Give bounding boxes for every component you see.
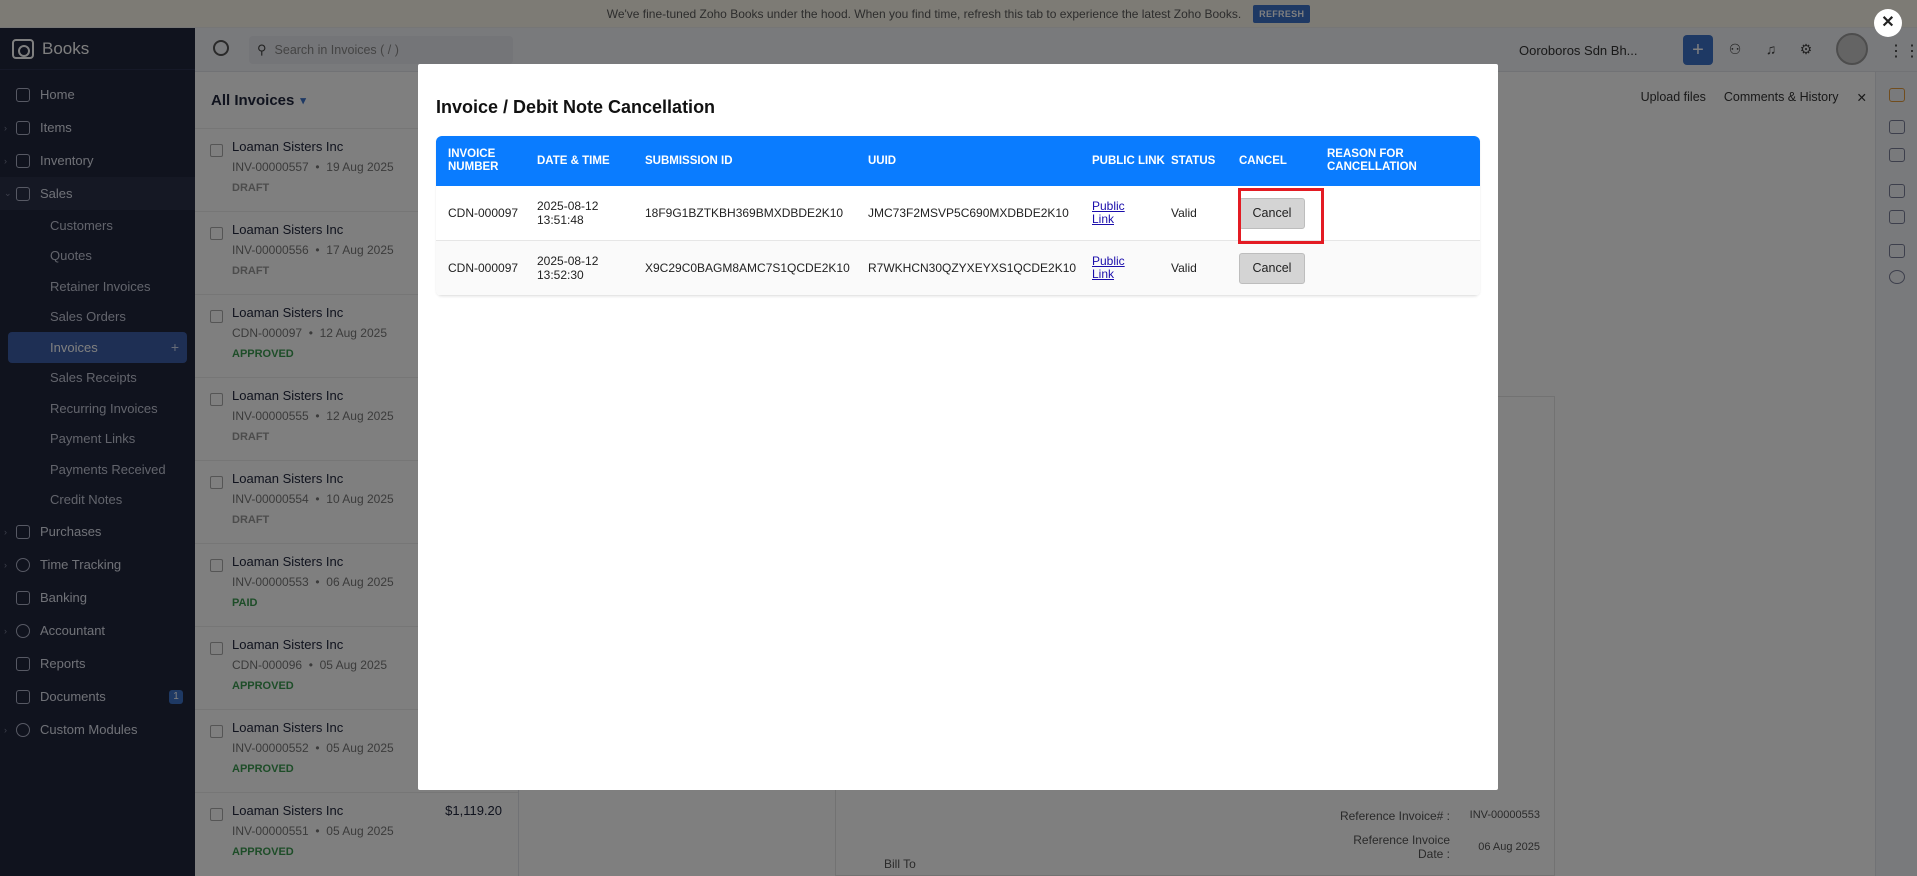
header-cancel: CANCEL xyxy=(1239,154,1287,167)
table-header: INVOICE NUMBER DATE & TIME SUBMISSION ID… xyxy=(436,136,1480,186)
highlight-box xyxy=(1238,188,1324,244)
header-uuid: UUID xyxy=(868,154,897,167)
cell-invoice-number: CDN-000097 xyxy=(448,261,519,275)
header-invoice-number: INVOICE NUMBER xyxy=(448,148,499,173)
cell-status: Valid xyxy=(1171,206,1197,220)
public-link[interactable]: Public Link xyxy=(1092,200,1132,226)
modal-title: Invoice / Debit Note Cancellation xyxy=(436,97,716,117)
cell-datetime: 2025-08-12 13:52:30 xyxy=(537,254,599,282)
public-link[interactable]: Public Link xyxy=(1092,255,1132,281)
header-status: STATUS xyxy=(1171,154,1216,167)
header-submission-id: SUBMISSION ID xyxy=(645,154,733,167)
table-row: CDN-000097 2025-08-12 13:52:30 X9C29C0BA… xyxy=(436,241,1480,296)
header-reason: REASON FOR CANCELLATION xyxy=(1327,148,1417,173)
cell-uuid: JMC73F2MSVP5C690MXDBDE2K10 xyxy=(868,206,1069,220)
cancel-button[interactable]: Cancel xyxy=(1239,252,1305,284)
close-modal-button[interactable]: ✕ xyxy=(1874,9,1902,37)
header-date-time: DATE & TIME xyxy=(537,154,610,167)
cell-uuid: R7WKHCN30QZYXEYXS1QCDE2K10 xyxy=(868,261,1077,275)
cell-status: Valid xyxy=(1171,261,1197,275)
cell-invoice-number: CDN-000097 xyxy=(448,206,519,220)
cell-submission-id: X9C29C0BAGM8AMC7S1QCDE2K10 xyxy=(645,261,850,275)
cancellation-modal: Invoice / Debit Note Cancellation INVOIC… xyxy=(418,64,1498,790)
cell-submission-id: 18F9G1BZTKBH369BMXDBDE2K10 xyxy=(645,206,844,220)
header-public-link: PUBLIC LINK xyxy=(1092,154,1165,167)
cell-datetime: 2025-08-12 13:51:48 xyxy=(537,199,599,227)
